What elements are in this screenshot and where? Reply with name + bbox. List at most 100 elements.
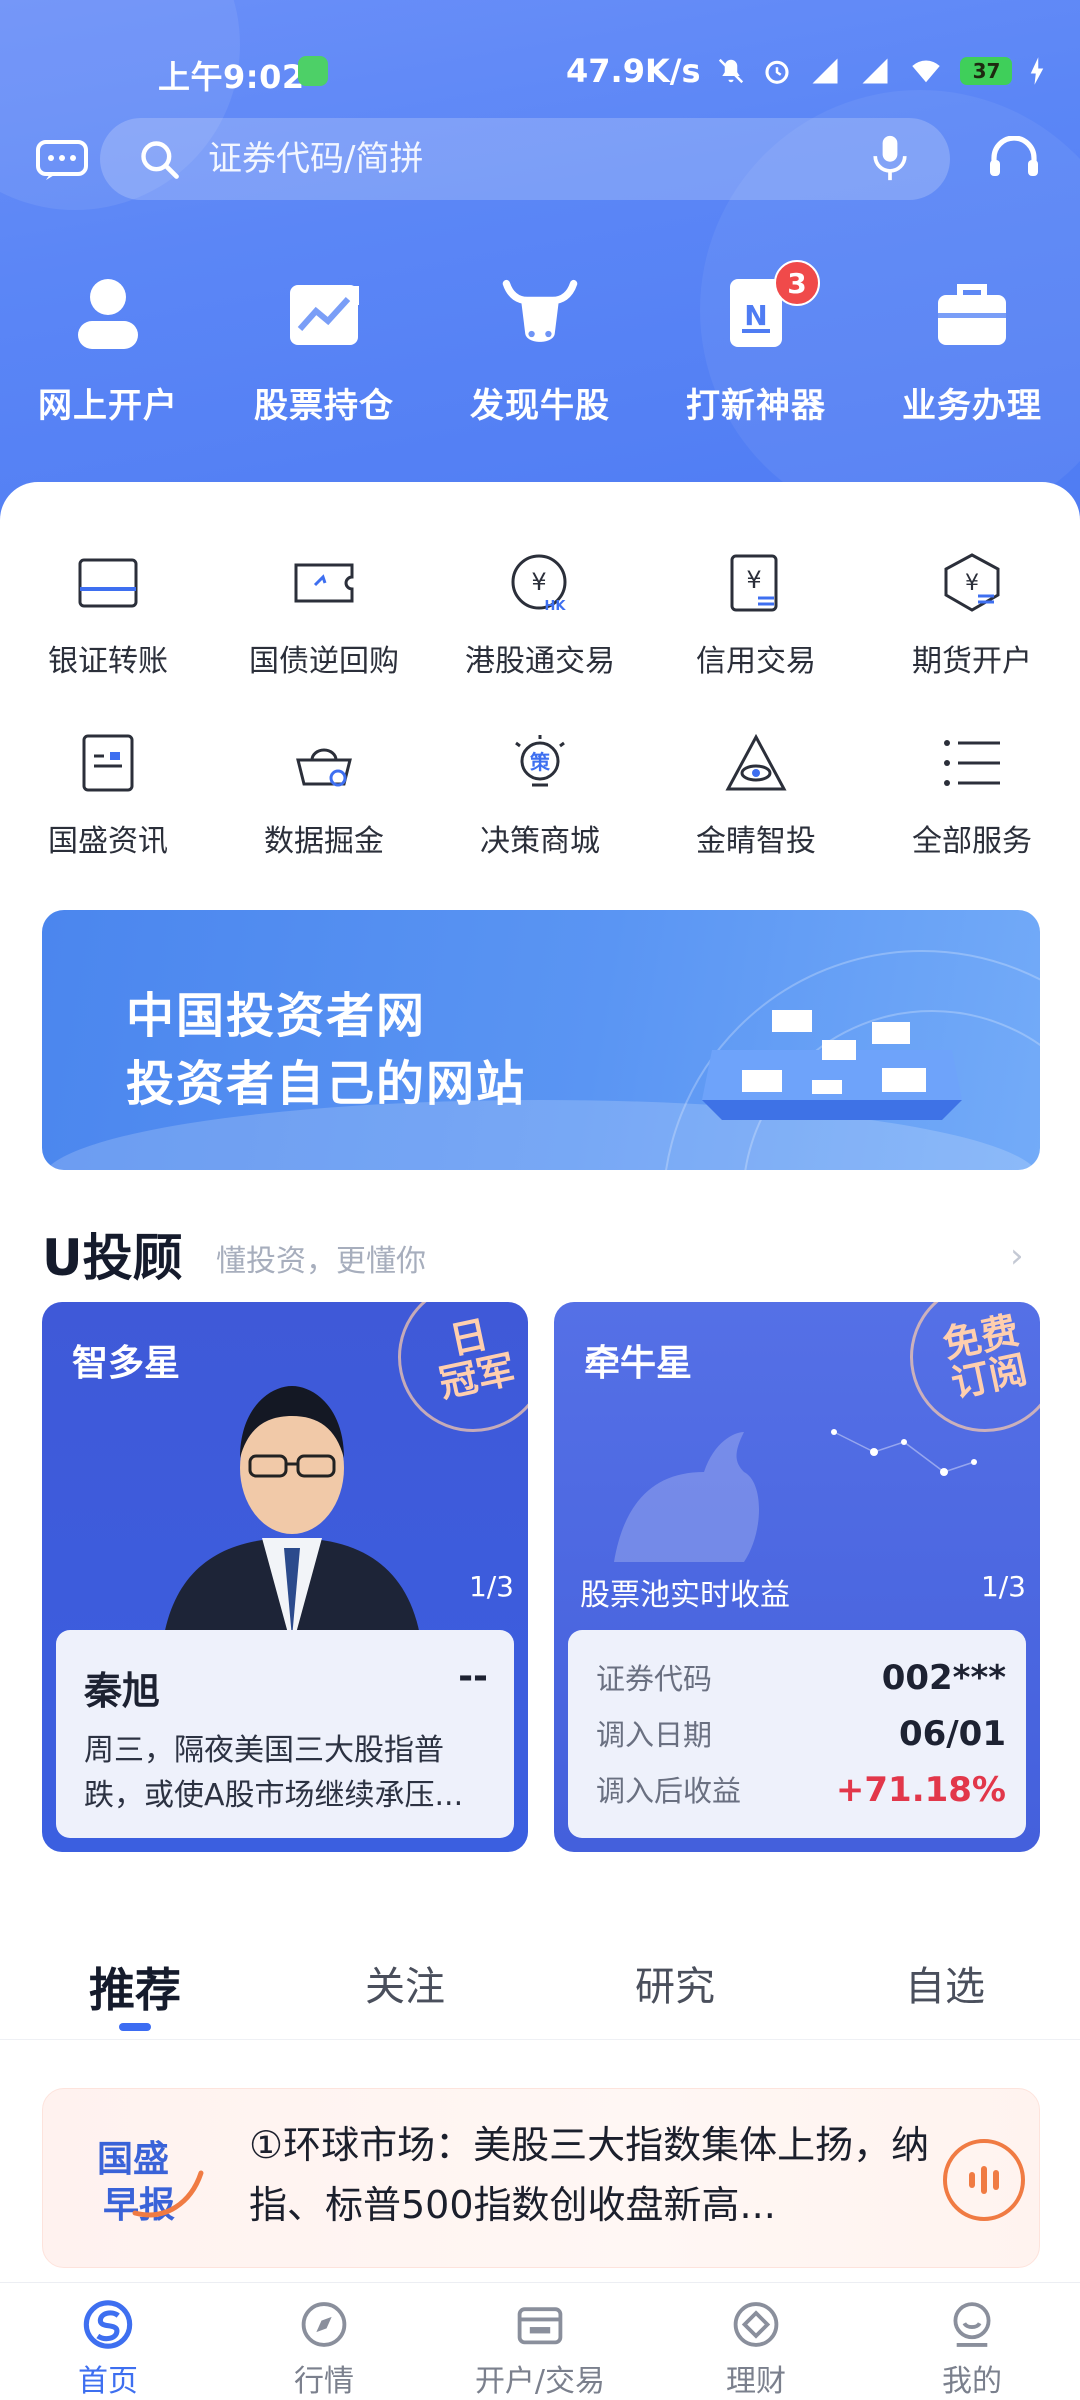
news-text: ①环球市场：美股三大指数集体上扬，纳指、标普500指数创收盘新高... bbox=[249, 2123, 930, 2227]
action-business[interactable]: 业务办理 bbox=[864, 270, 1080, 440]
card-pager: 1/3 bbox=[468, 1570, 514, 1603]
search-icon bbox=[141, 141, 179, 179]
logo-line: 早报 bbox=[103, 2185, 175, 2226]
charging-icon bbox=[1031, 57, 1044, 85]
top-actions: 网上开户 股票持仓 发现牛股 N 3 打新神器 业务办理 bbox=[0, 260, 1080, 440]
action-holdings[interactable]: 股票持仓 bbox=[216, 270, 432, 440]
tab-follow[interactable]: 关注 bbox=[270, 1940, 540, 2039]
gold-icon bbox=[296, 748, 352, 787]
profile-icon bbox=[953, 2302, 991, 2347]
advisor-desc: 周三，隔夜美国三大股指普跌，或使A股市场继续承压... bbox=[84, 1733, 464, 1813]
action-ipo-tool[interactable]: N 3 打新神器 bbox=[648, 260, 864, 440]
nav-label: 我的 bbox=[942, 2364, 1002, 2399]
service-strategy-mall[interactable]: 策 决策商城 bbox=[432, 728, 648, 908]
nav-label: 行情 bbox=[294, 2364, 354, 2399]
card-icon bbox=[78, 558, 138, 608]
service-smart-invest[interactable]: 金睛智投 bbox=[648, 728, 864, 908]
service-label: 信用交易 bbox=[696, 644, 816, 679]
guosheng-morning-logo: 国盛 早报 bbox=[97, 2139, 204, 2226]
advisor-card-qianniuxing[interactable]: 牵牛星 免费 订阅 股票池实时收益 1/3 证券代码 002*** 调入日期 06… bbox=[554, 1302, 1040, 1852]
tab-recommend[interactable]: 推荐 bbox=[0, 1940, 270, 2039]
service-label: 全部服务 bbox=[912, 824, 1032, 859]
service-label: 银证转账 bbox=[48, 644, 168, 679]
news-icon bbox=[82, 734, 134, 792]
action-label: 业务办理 bbox=[902, 386, 1042, 426]
briefcase-icon bbox=[938, 284, 1006, 345]
microphone-icon[interactable] bbox=[870, 134, 910, 182]
advisor-subtitle: 懂投资，更懂你 bbox=[216, 1244, 426, 1279]
row-value: 002*** bbox=[881, 1658, 1006, 1698]
home-logo-icon bbox=[83, 2300, 133, 2349]
service-label: 金睛智投 bbox=[696, 824, 816, 859]
advisor-card-zhiduoxing[interactable]: 智多星 日冠军 1/3 秦旭 -- 周三，隔夜美国三大股指普跌，或使A股市场继续… bbox=[42, 1302, 528, 1852]
promo-banner[interactable]: 中国投资者网 投资者自己的网站 bbox=[42, 910, 1040, 1170]
action-open-account[interactable]: 网上开户 bbox=[0, 270, 216, 440]
advisor-info: 秦旭 -- 周三，隔夜美国三大股指普跌，或使A股市场继续承压... bbox=[56, 1630, 514, 1838]
chevron-right-icon[interactable]: › bbox=[1010, 1236, 1024, 1276]
tab-watchlist[interactable]: 自选 bbox=[810, 1940, 1080, 2039]
service-guosheng-news[interactable]: 国盛资讯 bbox=[0, 728, 216, 908]
search-bar[interactable] bbox=[100, 118, 950, 200]
svg-text:N: N bbox=[744, 299, 767, 332]
nav-home[interactable]: 首页 bbox=[0, 2283, 216, 2400]
svg-text:¥: ¥ bbox=[746, 566, 761, 594]
service-label: 国盛资讯 bbox=[48, 824, 168, 859]
service-all[interactable]: 全部服务 bbox=[864, 728, 1080, 908]
futures-icon: ¥ bbox=[944, 553, 1000, 612]
row-key: 调入后收益 bbox=[596, 1774, 742, 1808]
action-discover-stocks[interactable]: 发现牛股 bbox=[432, 270, 648, 440]
service-data-mining[interactable]: 数据掘金 bbox=[216, 728, 432, 908]
service-futures-account[interactable]: ¥ 期货开户 bbox=[864, 548, 1080, 728]
service-label: 数据掘金 bbox=[264, 824, 384, 859]
row-key: 调入日期 bbox=[596, 1718, 713, 1752]
eye-icon bbox=[725, 733, 787, 791]
service-bank-transfer[interactable]: 银证转账 bbox=[0, 548, 216, 728]
customer-service-icon[interactable] bbox=[988, 136, 1040, 184]
app-notification-icon bbox=[298, 56, 328, 86]
banner-illustration-icon bbox=[702, 1010, 962, 1120]
svg-text:¥: ¥ bbox=[965, 571, 979, 596]
action-label: 打新神器 bbox=[686, 386, 826, 426]
nav-profile[interactable]: 我的 bbox=[864, 2283, 1080, 2400]
pool-caption: 股票池实时收益 bbox=[580, 1578, 790, 1613]
row-key: 证券代码 bbox=[596, 1662, 713, 1696]
pool-row-date: 调入日期 06/01 bbox=[596, 1712, 1006, 1754]
yen-hk-icon: ¥ HK bbox=[511, 554, 567, 614]
nav-label: 理财 bbox=[726, 2364, 786, 2399]
svg-text:策: 策 bbox=[530, 750, 551, 774]
nav-wealth[interactable]: 理财 bbox=[648, 2283, 864, 2400]
diamond-icon bbox=[733, 2302, 779, 2347]
compass-icon bbox=[301, 2302, 347, 2347]
signal-icon bbox=[812, 58, 838, 84]
user-icon bbox=[78, 279, 138, 349]
morning-news-card[interactable]: 国盛 早报 ①环球市场：美股三大指数集体上扬，纳指、标普500指数创收盘新高..… bbox=[42, 2088, 1040, 2268]
nav-label: 开户/交易 bbox=[474, 2364, 606, 2399]
tab-research[interactable]: 研究 bbox=[540, 1940, 810, 2039]
service-credit-trading[interactable]: ¥ 信用交易 bbox=[648, 548, 864, 728]
mute-icon bbox=[719, 58, 744, 84]
wallet-icon bbox=[517, 2307, 563, 2345]
network-speed: 47.9K/s bbox=[566, 52, 701, 90]
search-row bbox=[0, 118, 1080, 202]
signal-icon-2 bbox=[862, 58, 888, 84]
svg-text:¥: ¥ bbox=[531, 568, 546, 596]
bull-icon bbox=[502, 279, 578, 342]
svg-text:HK: HK bbox=[545, 599, 567, 614]
nav-trade[interactable]: 开户/交易 bbox=[432, 2283, 648, 2400]
search-input[interactable] bbox=[208, 130, 808, 188]
service-grid: 银证转账 国债逆回购 ¥ HK 港股通交易 ¥ 信用交易 ¥ 期货开户 国盛资讯 … bbox=[0, 548, 1080, 908]
advisor-title: U投顾 bbox=[42, 1229, 183, 1287]
banner-line-1: 中国投资者网 bbox=[126, 988, 427, 1044]
action-label: 股票持仓 bbox=[254, 386, 394, 426]
nav-market[interactable]: 行情 bbox=[216, 2283, 432, 2400]
service-label: 港股通交易 bbox=[465, 644, 615, 679]
strategy-icon: 策 bbox=[515, 735, 565, 787]
bottom-nav: 首页 行情 开户/交易 理财 我的 bbox=[0, 2282, 1080, 2400]
battery-icon: 37 bbox=[960, 57, 1013, 85]
constellation-bull-icon bbox=[614, 1429, 977, 1562]
message-icon[interactable] bbox=[36, 140, 88, 182]
pool-row-code: 证券代码 002*** bbox=[596, 1656, 1006, 1698]
service-reverse-repo[interactable]: 国债逆回购 bbox=[216, 548, 432, 728]
service-hk-connect[interactable]: ¥ HK 港股通交易 bbox=[432, 548, 648, 728]
audio-play-icon[interactable] bbox=[943, 2139, 1025, 2221]
